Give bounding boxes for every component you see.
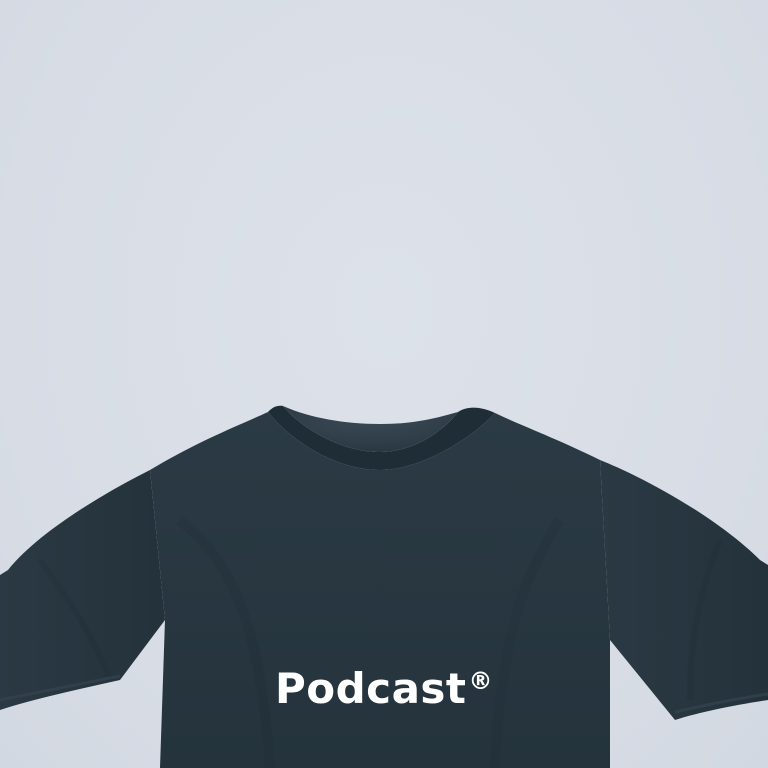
tshirt-image	[0, 405, 768, 768]
print-word: Podcast	[274, 664, 467, 713]
product-mockup-scene: Podcast®	[0, 0, 768, 768]
shirt-print-text: Podcast®	[0, 668, 768, 710]
registered-mark: ®	[468, 667, 493, 695]
